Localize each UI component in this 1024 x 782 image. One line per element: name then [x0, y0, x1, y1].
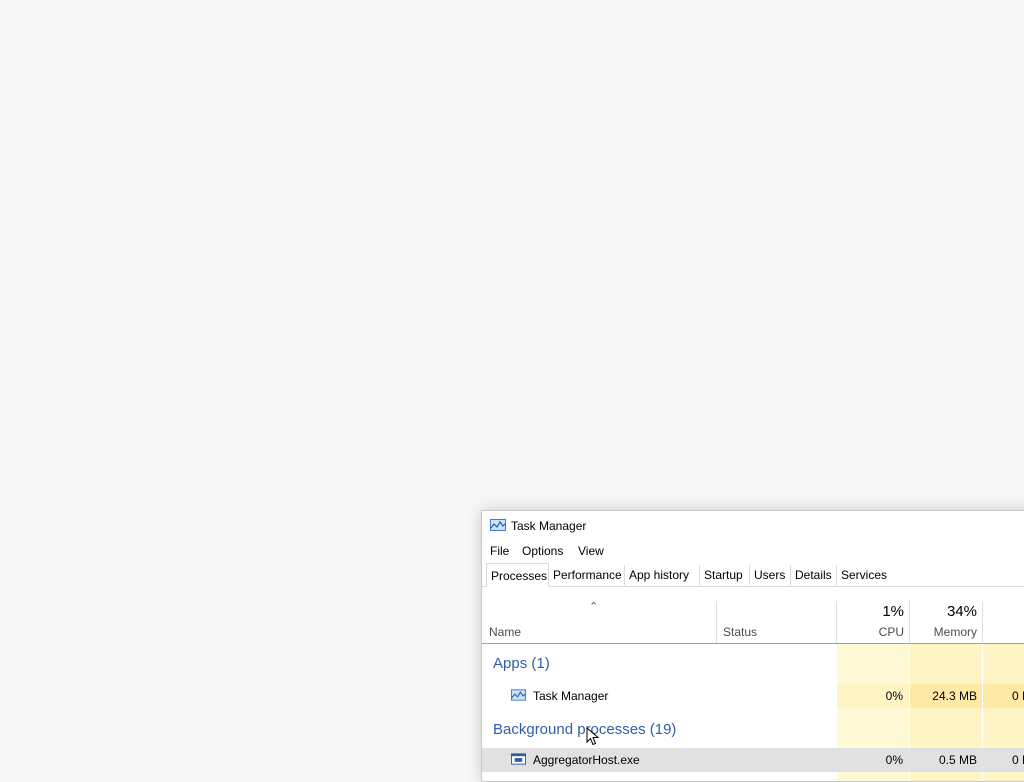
- sort-ascending-icon[interactable]: ⌃: [589, 600, 598, 613]
- menu-view[interactable]: View: [578, 544, 604, 558]
- col-status-header[interactable]: Status: [723, 625, 757, 639]
- tab-app-history[interactable]: App history: [625, 565, 700, 585]
- group-label-apps: Apps (1): [493, 655, 550, 672]
- column-header: ⌃ Name Status 1% CPU 34% Memory: [482, 597, 1024, 644]
- menu-options[interactable]: Options: [522, 544, 563, 558]
- group-label-background: Background processes (19): [493, 721, 677, 738]
- task-manager-icon: [511, 689, 526, 701]
- process-disk: 0 M: [1012, 689, 1024, 703]
- col-name-header[interactable]: Name: [489, 625, 521, 639]
- memory-total-percent[interactable]: 34%: [922, 603, 977, 620]
- tab-startup[interactable]: Startup: [700, 565, 750, 585]
- tab-bar: Processes Performance App history Startu…: [482, 563, 1024, 587]
- menu-file[interactable]: File: [490, 544, 509, 558]
- tab-performance[interactable]: Performance: [549, 565, 625, 585]
- column-divider[interactable]: [982, 601, 983, 643]
- process-disk: 0 M: [1012, 753, 1024, 767]
- process-memory: 0.5 MB: [938, 753, 977, 767]
- column-divider[interactable]: [716, 601, 717, 643]
- tab-services[interactable]: Services: [837, 565, 891, 585]
- title-bar[interactable]: Task Manager: [482, 511, 1024, 541]
- tab-details[interactable]: Details: [791, 565, 837, 585]
- task-manager-icon: [490, 519, 506, 531]
- cpu-total-percent[interactable]: 1%: [862, 603, 904, 620]
- column-divider[interactable]: [909, 601, 910, 643]
- process-memory: 24.3 MB: [932, 689, 977, 703]
- tab-processes[interactable]: Processes: [486, 563, 549, 587]
- col-cpu-header[interactable]: CPU: [862, 625, 904, 639]
- app-window-icon: [511, 753, 526, 765]
- process-name: AggregatorHost.exe: [533, 753, 640, 767]
- group-header-apps[interactable]: Apps (1): [482, 654, 1024, 676]
- process-cpu: 0%: [885, 753, 903, 767]
- mouse-pointer-icon: [586, 727, 600, 746]
- window-title: Task Manager: [511, 519, 587, 533]
- tab-users[interactable]: Users: [750, 565, 791, 585]
- menu-bar: File Options View: [482, 541, 1024, 563]
- table-row[interactable]: Task Manager 0% 24.3 MB 0 M: [482, 684, 1024, 708]
- process-list: Apps (1) Task Manager 0% 24.3 MB 0 M Bac…: [482, 644, 1024, 781]
- process-name: Task Manager: [533, 689, 609, 703]
- column-divider[interactable]: [836, 601, 837, 643]
- table-row[interactable]: AggregatorHost.exe 0% 0.5 MB 0 M: [482, 748, 1024, 772]
- process-cpu: 0%: [885, 689, 903, 703]
- col-memory-header[interactable]: Memory: [922, 625, 977, 639]
- group-header-background[interactable]: Background processes (19): [482, 720, 1024, 742]
- task-manager-window: Task Manager File Options View Processes…: [481, 510, 1024, 782]
